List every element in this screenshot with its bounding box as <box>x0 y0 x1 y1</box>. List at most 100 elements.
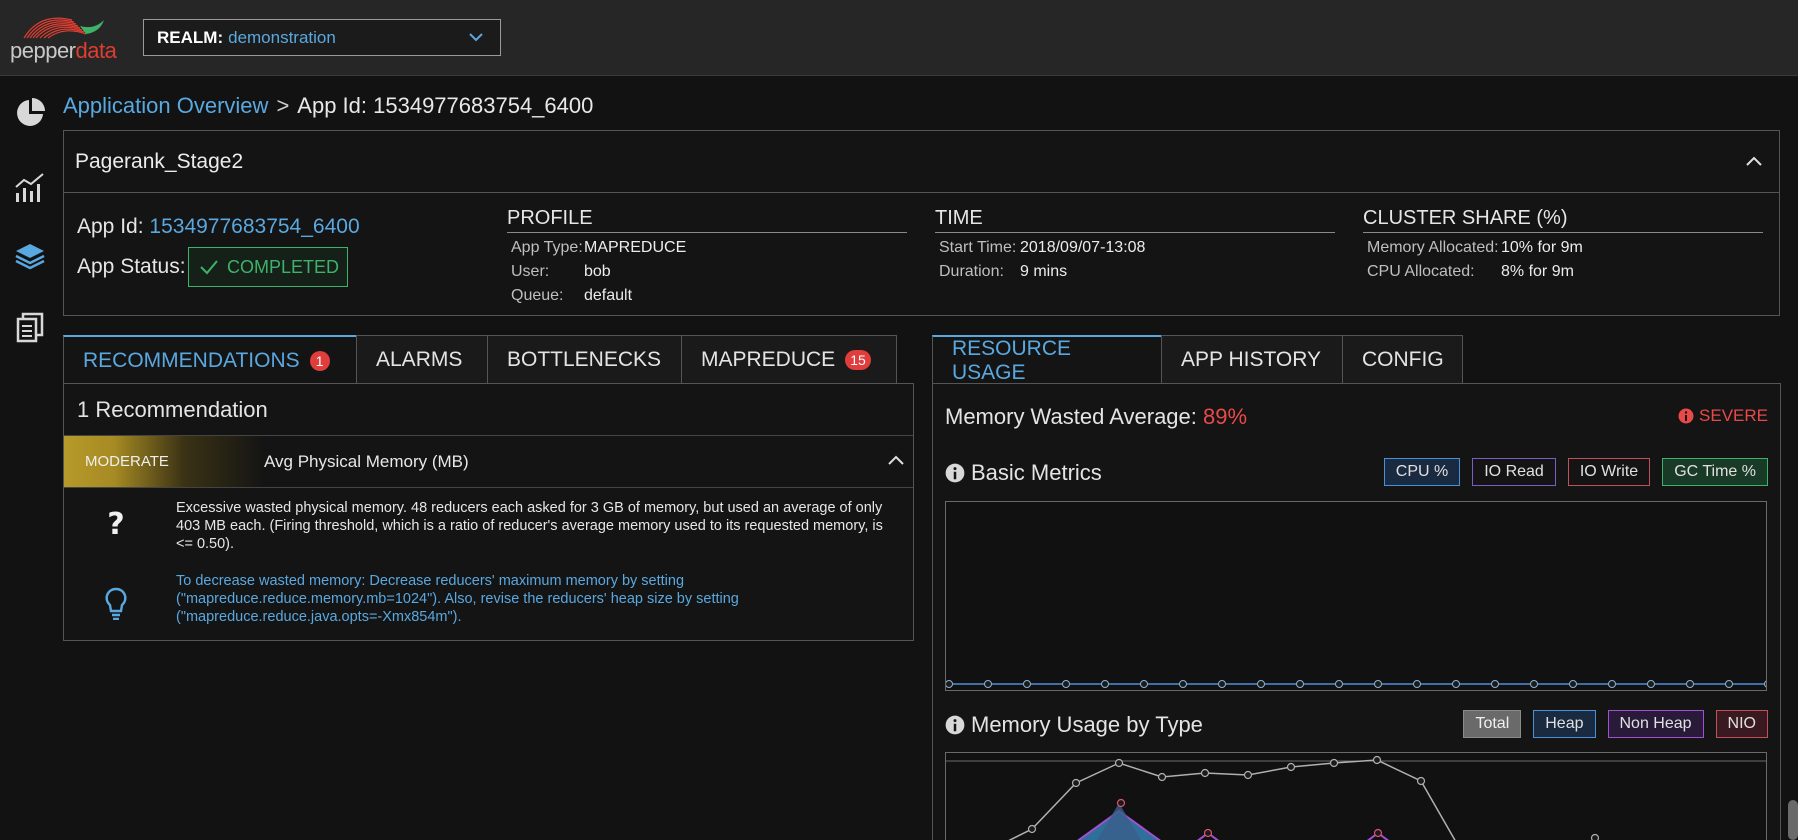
profile-title: PROFILE <box>507 207 907 233</box>
recommendation-header[interactable]: MODERATE Avg Physical Memory (MB) <box>64 436 913 488</box>
app-id-label: App Id: <box>77 215 144 238</box>
app-id-row: App Id: 1534977683754_6400 <box>77 215 360 239</box>
profile-row: Queue: default <box>511 287 633 304</box>
top-bar: pepperdata REALM: demonstration <box>0 0 1798 76</box>
cluster-share-section: CLUSTER SHARE (%) Memory Allocated: 10% f… <box>1363 207 1763 281</box>
legend-nio[interactable]: NIO <box>1715 710 1768 738</box>
pie-chart-icon[interactable] <box>14 97 46 129</box>
cpu-data-point <box>1218 680 1226 688</box>
layers-icon[interactable] <box>14 241 46 273</box>
cluster-share-row: Memory Allocated: 10% for 9m <box>1367 239 1583 256</box>
pepper-logo-icon <box>23 17 104 39</box>
tab-alarms[interactable]: ALARMS <box>356 335 488 383</box>
basic-metrics-plot <box>946 680 1766 688</box>
time-row: Duration: 9 mins <box>939 263 1068 280</box>
check-icon <box>200 260 218 275</box>
legend-io-write[interactable]: IO Write <box>1567 458 1651 486</box>
app-id-value: 1534977683754_6400 <box>149 215 360 238</box>
app-status-label: App Status: <box>77 255 186 278</box>
severity-label: MODERATE <box>85 453 169 470</box>
memory-wasted-value: 89% <box>1203 404 1248 429</box>
cpu-data-point <box>1140 680 1148 688</box>
recommendation-metric: Avg Physical Memory (MB) <box>264 451 469 471</box>
time-section: TIME Start Time: 2018/09/07-13:08 Duratio… <box>935 207 1335 281</box>
cpu-data-point <box>1764 680 1766 688</box>
recommendation-suggestion: To decrease wasted memory: Decrease redu… <box>176 573 739 625</box>
cpu-data-point <box>946 680 953 688</box>
info-icon[interactable] <box>945 715 965 735</box>
right-tabs: RESOURCE USAGE APP HISTORY CONFIG <box>932 335 1463 384</box>
recommendation-explanation: Excessive wasted physical memory. 48 red… <box>176 500 883 552</box>
total-series-line <box>1008 759 1456 840</box>
chevron-up-icon[interactable] <box>887 452 905 470</box>
basic-metrics-title: Basic Metrics <box>945 460 1102 486</box>
cluster-share-title: CLUSTER SHARE (%) <box>1363 207 1763 233</box>
tab-recommendations[interactable]: RECOMMENDATIONS 1 <box>63 335 357 384</box>
legend-gc-time[interactable]: GC Time % <box>1662 458 1768 486</box>
profile-row: App Type: MAPREDUCE <box>511 239 687 256</box>
mapreduce-count-badge: 15 <box>845 349 871 370</box>
cpu-data-point <box>1452 680 1460 688</box>
info-icon[interactable] <box>945 463 965 483</box>
breadcrumb-current: App Id: 1534977683754_6400 <box>297 93 594 118</box>
logo-wordmark: pepperdata <box>10 38 117 63</box>
legend-io-read[interactable]: IO Read <box>1472 458 1556 486</box>
bar-chart-icon[interactable] <box>14 171 46 203</box>
app-summary-panel: Pagerank_Stage2 App Id: 1534977683754_64… <box>63 130 1780 316</box>
breadcrumb: Application Overview > App Id: 153497768… <box>63 93 593 119</box>
cpu-data-point <box>1179 680 1187 688</box>
cpu-data-point <box>1335 680 1343 688</box>
profile-section: PROFILE App Type: MAPREDUCE User: bob Queu… <box>507 207 907 305</box>
cpu-data-point <box>1413 680 1421 688</box>
cluster-share-row: CPU Allocated: 8% for 9m <box>1367 263 1574 280</box>
cpu-data-point <box>1647 680 1655 688</box>
pepperdata-logo[interactable]: pepperdata <box>10 10 120 66</box>
documents-icon[interactable] <box>14 311 46 343</box>
recommendations-pane: 1 Recommendation MODERATE Avg Physical M… <box>63 383 914 641</box>
cpu-data-point <box>1374 680 1382 688</box>
cpu-data-point <box>1725 680 1733 688</box>
breadcrumb-separator: > <box>276 93 290 118</box>
chevron-down-icon <box>469 33 483 42</box>
profile-row: User: bob <box>511 263 611 280</box>
question-icon: ? <box>107 507 124 540</box>
page-scrollbar-thumb[interactable] <box>1788 800 1798 840</box>
cpu-data-point <box>1530 680 1538 688</box>
breadcrumb-application-overview[interactable]: Application Overview <box>63 93 268 119</box>
memory-usage-plot <box>946 755 1766 840</box>
legend-cpu[interactable]: CPU % <box>1383 458 1461 486</box>
legend-total[interactable]: Total <box>1463 710 1522 738</box>
app-name: Pagerank_Stage2 <box>75 149 244 173</box>
time-title: TIME <box>935 207 1335 233</box>
tab-bottlenecks[interactable]: BOTTLENECKS <box>487 335 682 383</box>
memory-usage-title: Memory Usage by Type <box>945 712 1203 738</box>
tab-mapreduce[interactable]: MAPREDUCE 15 <box>681 335 897 383</box>
left-tabs: RECOMMENDATIONS 1 ALARMS BOTTLENECKS MAPR… <box>63 335 897 384</box>
chevron-up-icon[interactable] <box>1745 153 1763 171</box>
realm-label: REALM: <box>157 27 224 47</box>
side-nav <box>0 76 58 840</box>
legend-heap[interactable]: Heap <box>1533 710 1596 738</box>
cpu-series-line <box>946 680 1766 688</box>
app-name-header: Pagerank_Stage2 <box>64 131 1779 193</box>
status-value: COMPLETED <box>227 256 340 277</box>
severity-indicator: SEVERE <box>1678 406 1768 426</box>
realm-selector[interactable]: REALM: demonstration <box>143 19 501 56</box>
legend-non-heap[interactable]: Non Heap <box>1607 710 1704 738</box>
cpu-data-point <box>1296 680 1304 688</box>
cpu-data-point <box>1569 680 1577 688</box>
status-badge: COMPLETED <box>188 247 348 287</box>
tab-app-history[interactable]: APP HISTORY <box>1161 335 1343 383</box>
cpu-data-point <box>1062 680 1070 688</box>
cpu-data-point <box>1491 680 1499 688</box>
tab-config[interactable]: CONFIG <box>1342 335 1463 383</box>
realm-value: demonstration <box>228 27 336 47</box>
basic-metrics-chart <box>945 501 1767 691</box>
memory-usage-chart <box>945 752 1767 840</box>
tab-resource-usage[interactable]: RESOURCE USAGE <box>932 335 1162 384</box>
info-icon <box>1678 408 1694 424</box>
cpu-data-point <box>1686 680 1694 688</box>
cpu-data-point <box>984 680 992 688</box>
resource-usage-pane: Memory Wasted Average: 89% SEVERE Basic … <box>932 383 1781 840</box>
cpu-data-point <box>1101 680 1109 688</box>
